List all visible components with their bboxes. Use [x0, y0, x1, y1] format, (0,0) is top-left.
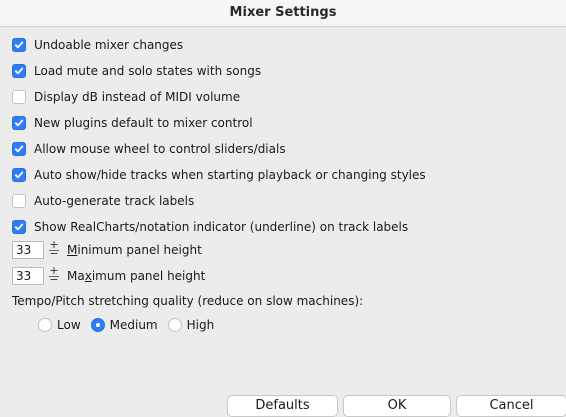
checkbox-icon[interactable] [12, 64, 26, 78]
option-mouse-wheel[interactable]: Allow mouse wheel to control sliders/dia… [12, 139, 286, 159]
option-undoable-mixer-changes[interactable]: Undoable mixer changes [12, 35, 183, 55]
option-label: Display dB instead of MIDI volume [34, 90, 241, 104]
option-show-realcharts[interactable]: Show RealCharts/notation indicator (unde… [12, 217, 408, 237]
option-label: Auto show/hide tracks when starting play… [34, 168, 426, 182]
min-panel-height-label: Minimum panel height [67, 243, 202, 257]
checkbox-icon[interactable] [12, 38, 26, 52]
checkbox-icon[interactable] [12, 90, 26, 104]
option-label: Undoable mixer changes [34, 38, 184, 52]
radio-low[interactable] [38, 318, 52, 332]
option-label: Show RealCharts/notation indicator (unde… [34, 220, 409, 234]
max-panel-height-row: 33 + − Maximum panel height [12, 265, 206, 286]
stepper-minus-icon[interactable]: − [47, 274, 61, 285]
title-bar: Mixer Settings [0, 0, 566, 27]
option-label: New plugins default to mixer control [34, 116, 253, 130]
checkbox-icon[interactable] [12, 142, 26, 156]
checkbox-icon[interactable] [12, 220, 26, 234]
option-auto-generate-labels[interactable]: Auto-generate track labels [12, 191, 194, 211]
ok-button[interactable]: OK [343, 395, 451, 417]
radio-low-label[interactable]: Low [57, 318, 81, 332]
min-panel-height-row: 33 + − Minimum panel height [12, 239, 202, 260]
option-label: Load mute and solo states with songs [34, 64, 262, 78]
max-panel-height-stepper[interactable]: + − [47, 265, 61, 285]
stepper-minus-icon[interactable]: − [47, 248, 61, 259]
max-panel-height-label: Maximum panel height [67, 269, 206, 283]
option-display-db[interactable]: Display dB instead of MIDI volume [12, 87, 240, 107]
option-label: Auto-generate track labels [34, 194, 195, 208]
option-auto-show-hide[interactable]: Auto show/hide tracks when starting play… [12, 165, 426, 185]
defaults-button[interactable]: Defaults [227, 395, 338, 417]
min-panel-height-field[interactable]: 33 [12, 241, 44, 259]
option-new-plugins-default[interactable]: New plugins default to mixer control [12, 113, 253, 133]
quality-heading: Tempo/Pitch stretching quality (reduce o… [12, 294, 364, 308]
checkbox-icon[interactable] [12, 168, 26, 182]
radio-medium-label[interactable]: Medium [110, 318, 158, 332]
radio-medium[interactable] [90, 318, 105, 332]
radio-high[interactable] [167, 318, 182, 332]
radio-high-label[interactable]: High [187, 318, 215, 332]
checkbox-icon[interactable] [12, 194, 26, 208]
quality-radio-group: Low Medium High [38, 315, 224, 335]
window-title: Mixer Settings [229, 5, 337, 20]
quality-heading-row: Tempo/Pitch stretching quality (reduce o… [12, 291, 363, 311]
cancel-button[interactable]: Cancel [456, 395, 566, 417]
checkbox-icon[interactable] [12, 116, 26, 130]
option-load-mute-solo[interactable]: Load mute and solo states with songs [12, 61, 261, 81]
max-panel-height-field[interactable]: 33 [12, 267, 44, 285]
min-panel-height-stepper[interactable]: + − [47, 239, 61, 259]
option-label: Allow mouse wheel to control sliders/dia… [34, 142, 286, 156]
